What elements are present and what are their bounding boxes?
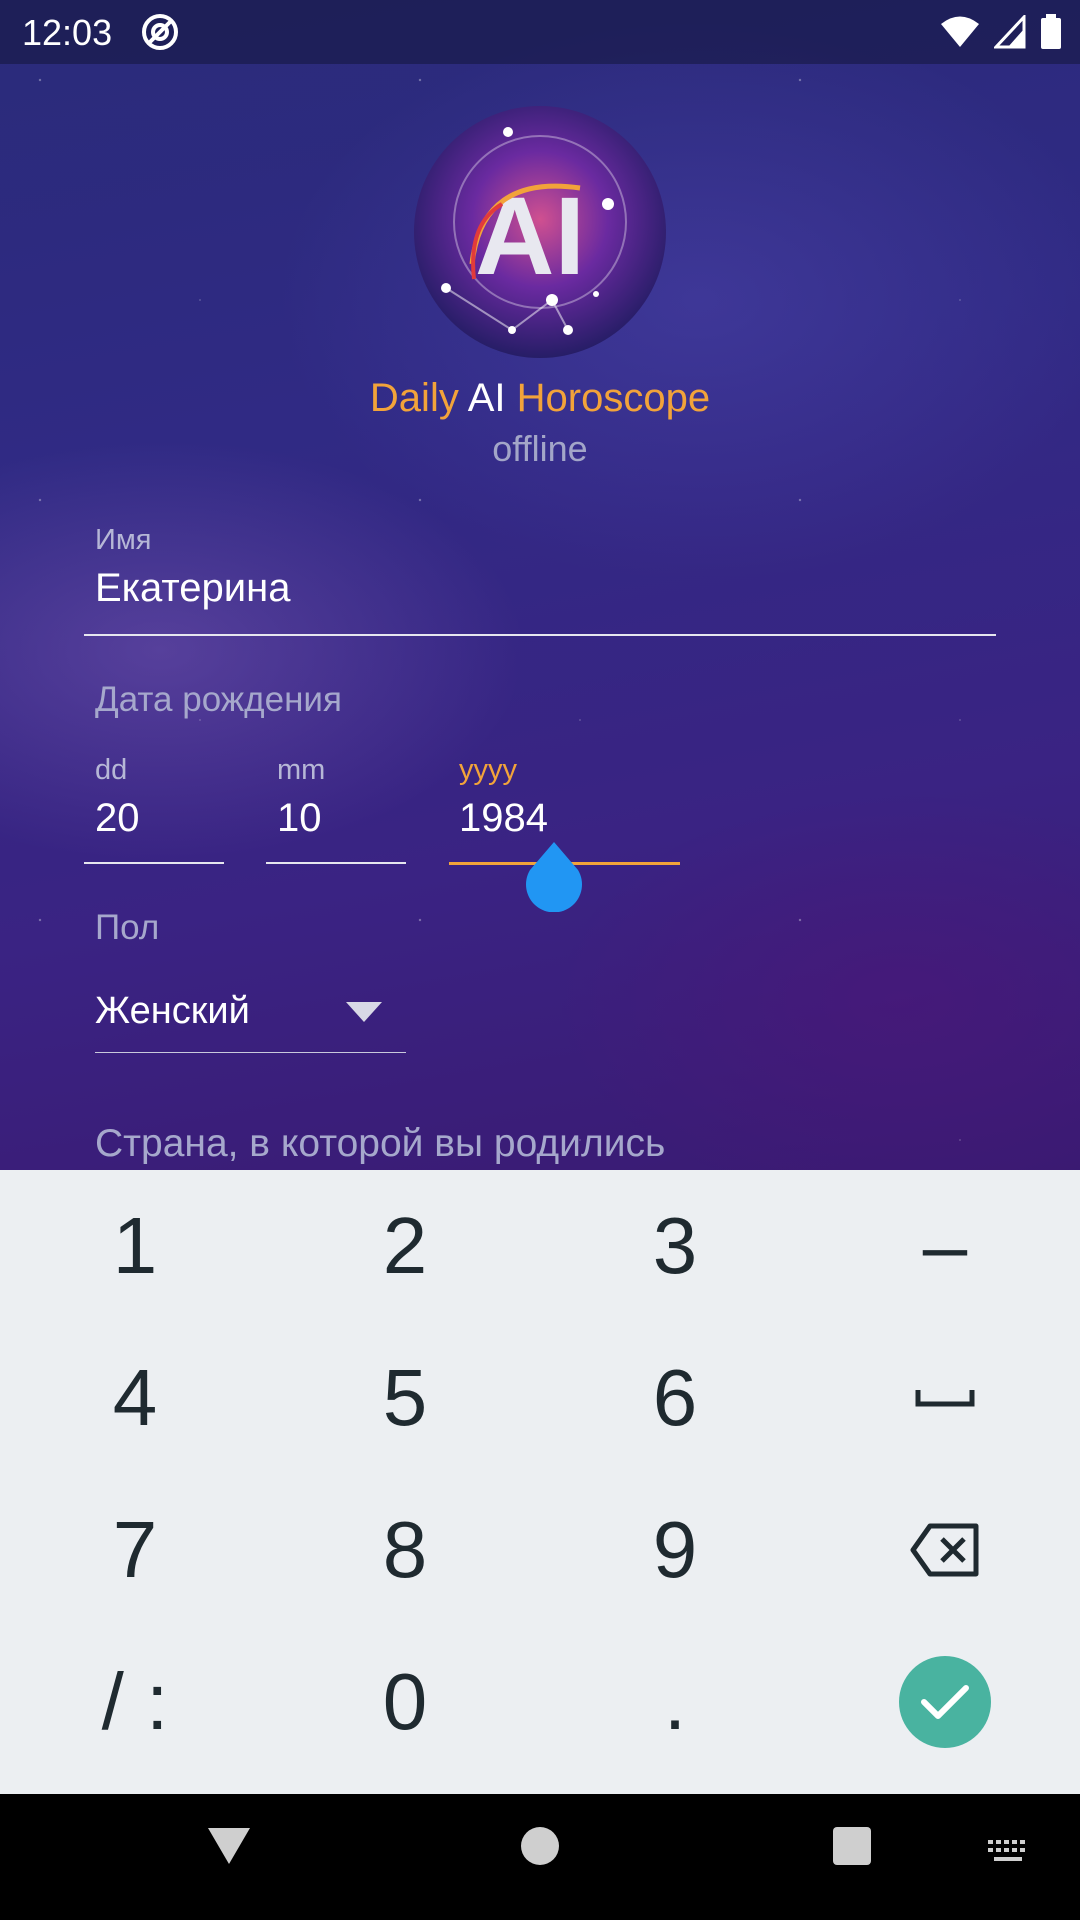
key-dot[interactable]: . [540, 1626, 810, 1778]
key-space[interactable] [810, 1322, 1080, 1474]
signal-icon [994, 15, 1026, 49]
day-underline [84, 862, 224, 864]
space-icon [915, 1390, 975, 1407]
checkmark-icon [921, 1685, 969, 1719]
name-underline [84, 634, 996, 636]
name-label: Имя [95, 524, 152, 556]
gender-select[interactable]: Женский [95, 990, 250, 1033]
app-logo: AI [414, 106, 666, 358]
app-subtitle: offline [492, 428, 588, 469]
app-title-part-ai: AI [467, 376, 517, 420]
app-title: Daily AI Horoscope [0, 376, 1080, 421]
year-input[interactable]: 1984 [459, 796, 548, 841]
birth-date-label: Дата рождения [95, 680, 342, 719]
key-2[interactable]: 2 [270, 1170, 540, 1322]
wifi-icon [941, 16, 979, 47]
key-5[interactable]: 5 [270, 1322, 540, 1474]
country-placeholder[interactable]: Страна, в которой вы родились [95, 1122, 665, 1166]
key-slash-colon[interactable]: / : [0, 1626, 270, 1778]
key-4[interactable]: 4 [0, 1322, 270, 1474]
app-title-part-horoscope: Horoscope [516, 376, 711, 420]
day-label: dd [95, 754, 128, 786]
key-3[interactable]: 3 [540, 1170, 810, 1322]
key-9[interactable]: 9 [540, 1474, 810, 1626]
home-nav-icon[interactable] [518, 1822, 562, 1868]
name-input[interactable]: Екатерина [95, 566, 290, 611]
dropdown-arrow-icon[interactable] [344, 1000, 384, 1024]
text-cursor-handle[interactable] [524, 840, 584, 912]
key-7[interactable]: 7 [0, 1474, 270, 1626]
notification-at-icon [142, 14, 178, 50]
recents-nav-icon[interactable] [830, 1822, 874, 1868]
month-underline [266, 862, 406, 864]
gender-underline [95, 1052, 406, 1053]
key-minus[interactable]: – [810, 1170, 1080, 1322]
key-1[interactable]: 1 [0, 1170, 270, 1322]
navigation-bar [0, 1794, 1080, 1920]
numeric-keyboard: 1 2 3 – 4 5 6 7 8 9 / : 0 . [0, 1170, 1080, 1794]
status-bar: 12:03 [0, 0, 1080, 64]
gender-label: Пол [95, 908, 160, 947]
key-6[interactable]: 6 [540, 1322, 810, 1474]
battery-icon [1041, 14, 1061, 49]
back-nav-icon[interactable] [206, 1822, 252, 1868]
backspace-icon [910, 1523, 979, 1577]
key-0[interactable]: 0 [270, 1626, 540, 1778]
status-time: 12:03 [22, 12, 113, 53]
month-label: mm [277, 754, 326, 786]
key-8[interactable]: 8 [270, 1474, 540, 1626]
keyboard-switch-icon[interactable] [986, 1838, 1030, 1864]
app-title-part-daily: Daily [369, 376, 468, 420]
key-backspace[interactable] [810, 1474, 1080, 1626]
year-label: yyyy [459, 754, 517, 786]
enter-button[interactable] [899, 1656, 991, 1748]
month-input[interactable]: 10 [277, 796, 322, 841]
key-enter[interactable] [810, 1626, 1080, 1778]
day-input[interactable]: 20 [95, 796, 140, 841]
logo-text: AI [475, 175, 585, 298]
